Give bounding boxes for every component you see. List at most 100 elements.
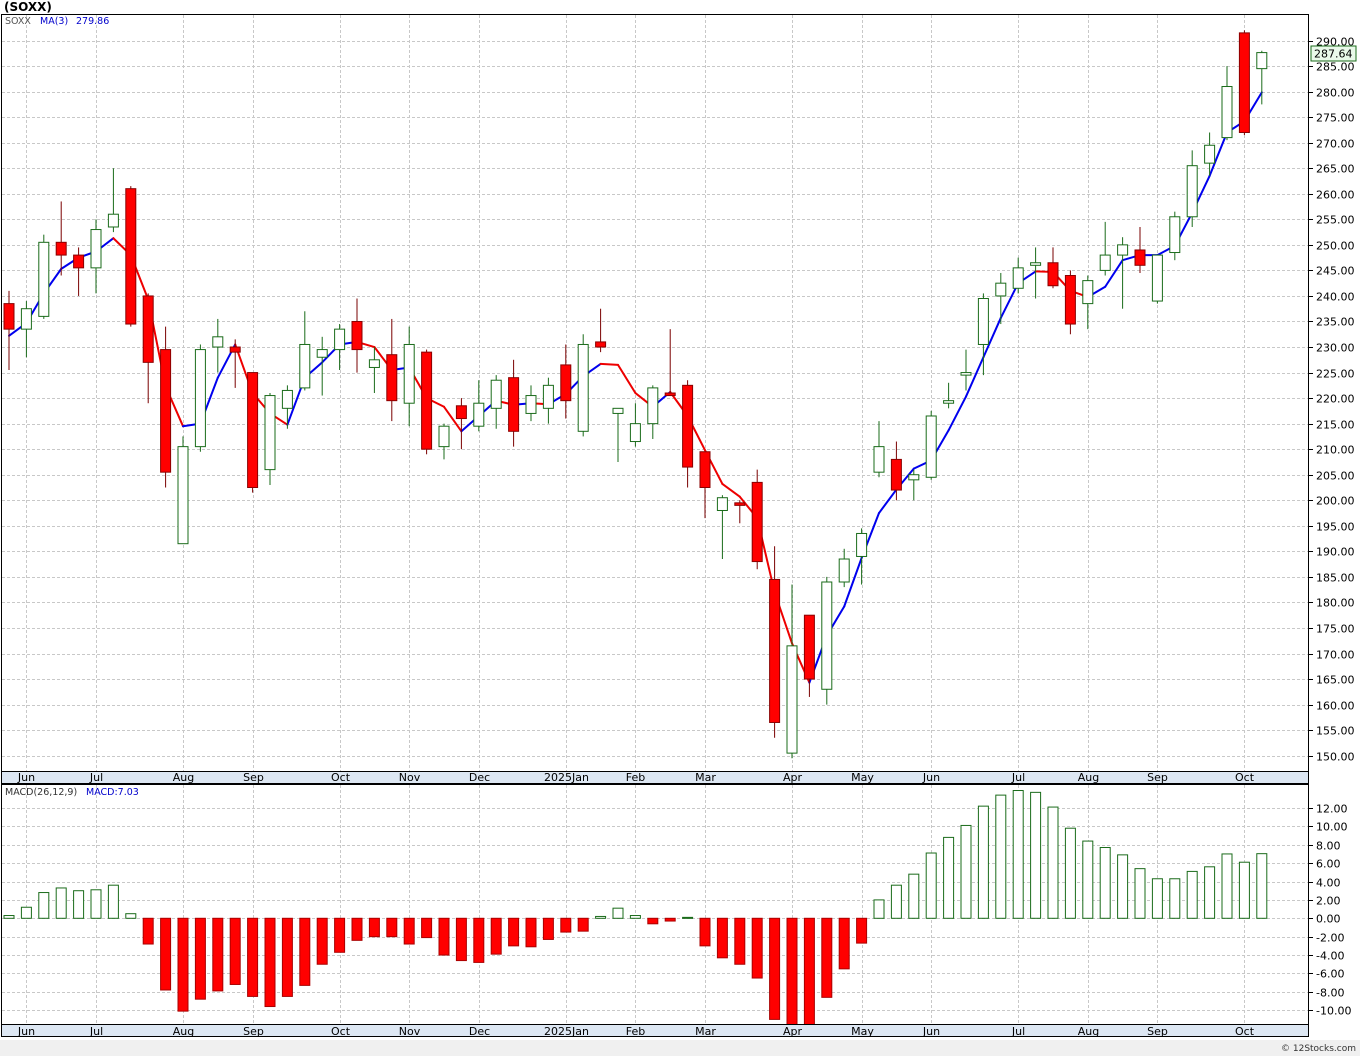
price-y-tick-label: 255.00: [1316, 214, 1355, 227]
price-x-tick-label: Aug: [1078, 771, 1099, 784]
price-x-tick-label: Jun: [922, 771, 940, 784]
price-y-tick-label: 205.00: [1316, 470, 1355, 483]
macd-bar: [612, 907, 624, 919]
legend-macd-value: MACD:7.03: [86, 787, 139, 798]
candle: [577, 334, 589, 437]
candle-body: [1082, 280, 1094, 305]
macd-bar: [925, 852, 937, 919]
ma3-segment: [599, 362, 619, 366]
candle: [821, 576, 833, 705]
candle-body: [803, 614, 815, 680]
candle-body: [107, 213, 119, 228]
candle-body: [1151, 254, 1163, 302]
macd-bar: [247, 917, 259, 997]
price-y-tick-label: 180.00: [1316, 597, 1355, 610]
macd-bar: [751, 917, 763, 979]
macd-bar: [542, 917, 554, 940]
candle-body: [716, 497, 728, 511]
macd-bar: [334, 917, 346, 953]
candle-body: [229, 346, 241, 353]
macd-x-tick-label: Aug: [173, 1025, 194, 1038]
macd-bar: [1221, 853, 1233, 919]
candle-body: [403, 343, 415, 404]
candle-body: [212, 336, 224, 348]
price-x-tick-label: Mar: [695, 771, 716, 784]
candle-body: [856, 532, 868, 557]
legend-macd-params: MACD(26,12,9): [5, 787, 77, 798]
price-y-tick-label: 160.00: [1316, 700, 1355, 713]
price-y-tick-label: 245.00: [1316, 265, 1355, 278]
macd-panel: -10.00 -8.00 -6.00 -4.00 -2.00 0.00 2.00 4.00 6.…: [1, 784, 1351, 1038]
candle-body: [577, 343, 589, 432]
macd-y-tick-label: 4.00: [1316, 877, 1341, 890]
price-x-tick-label: 2025Jan: [544, 771, 589, 784]
candle-body: [1117, 244, 1129, 256]
macd-bar: [73, 890, 85, 919]
price-y-tick-label: 280.00: [1316, 87, 1355, 100]
candle-body: [20, 308, 32, 330]
candle-body: [751, 481, 763, 563]
macd-x-axis-band: [1, 1024, 1309, 1037]
stock-chart: (SOXX) 150.00 155.00 160.00 165.00 170.00 175…: [0, 0, 1360, 1056]
price-x-tick-label: Dec: [469, 771, 490, 784]
candle-body: [647, 387, 659, 425]
macd-bar: [38, 892, 50, 919]
candle-body: [316, 349, 328, 358]
macd-bar: [1186, 870, 1198, 919]
macd-bar: [142, 917, 154, 945]
price-y-tick-label: 225.00: [1316, 368, 1355, 381]
candle-body: [125, 188, 137, 325]
macd-bar: [508, 917, 520, 947]
macd-x-tick-label: Feb: [626, 1025, 645, 1038]
candle-body: [629, 423, 641, 443]
macd-y-tick-label: -2.00: [1316, 932, 1344, 945]
price-y-tick-label: 250.00: [1316, 240, 1355, 253]
candle: [194, 344, 206, 452]
legend-ma-label: MA(3): [40, 16, 68, 27]
macd-x-tick-label: Sep: [243, 1025, 264, 1038]
macd-x-tick-label: Aug: [1078, 1025, 1099, 1038]
macd-bar: [1134, 868, 1146, 919]
candle-body: [1012, 267, 1024, 289]
candle-body: [1204, 144, 1216, 164]
macd-bar: [629, 915, 641, 919]
macd-x-tick-label: Jul: [89, 1025, 103, 1038]
price-y-tick-label: 200.00: [1316, 495, 1355, 508]
candle: [247, 372, 259, 493]
macd-bar: [995, 794, 1007, 919]
macd-bar: [264, 917, 276, 1008]
macd-y-tick-label: -10.00: [1316, 1005, 1351, 1018]
macd-bar: [212, 917, 224, 992]
price-y-tick-label: 150.00: [1316, 751, 1355, 764]
candle: [1169, 211, 1181, 261]
macd-bar: [577, 917, 589, 932]
candle-body: [734, 502, 746, 506]
macd-y-tick-label: 2.00: [1316, 895, 1341, 908]
macd-bar: [1238, 861, 1250, 919]
macd-y-tick-label: 6.00: [1316, 858, 1341, 871]
candle-body: [160, 349, 172, 473]
candle-body: [1099, 254, 1111, 271]
candle-body: [560, 364, 572, 402]
price-x-tick-label: Oct: [331, 771, 351, 784]
macd-x-tick-label: Apr: [783, 1025, 803, 1038]
last-price-tag: 287.64: [1310, 45, 1357, 62]
candle-body: [264, 395, 276, 471]
macd-bar: [125, 913, 137, 919]
macd-bar: [351, 917, 363, 941]
macd-bar: [194, 917, 206, 1000]
macd-x-tick-label: Nov: [399, 1025, 421, 1038]
price-y-tick-label: 185.00: [1316, 572, 1355, 585]
candle-body: [908, 474, 920, 481]
macd-y-tick-label: -8.00: [1316, 987, 1344, 1000]
macd-bar: [403, 917, 415, 945]
price-y-tick-label: 235.00: [1316, 316, 1355, 329]
candle-body: [1238, 32, 1250, 133]
candle-body: [386, 354, 398, 402]
candle-body: [421, 351, 433, 450]
candle-body: [699, 451, 711, 489]
candle-body: [1221, 86, 1233, 139]
candle: [1238, 30, 1250, 136]
candle-body: [1047, 262, 1059, 287]
macd-bar: [821, 917, 833, 998]
